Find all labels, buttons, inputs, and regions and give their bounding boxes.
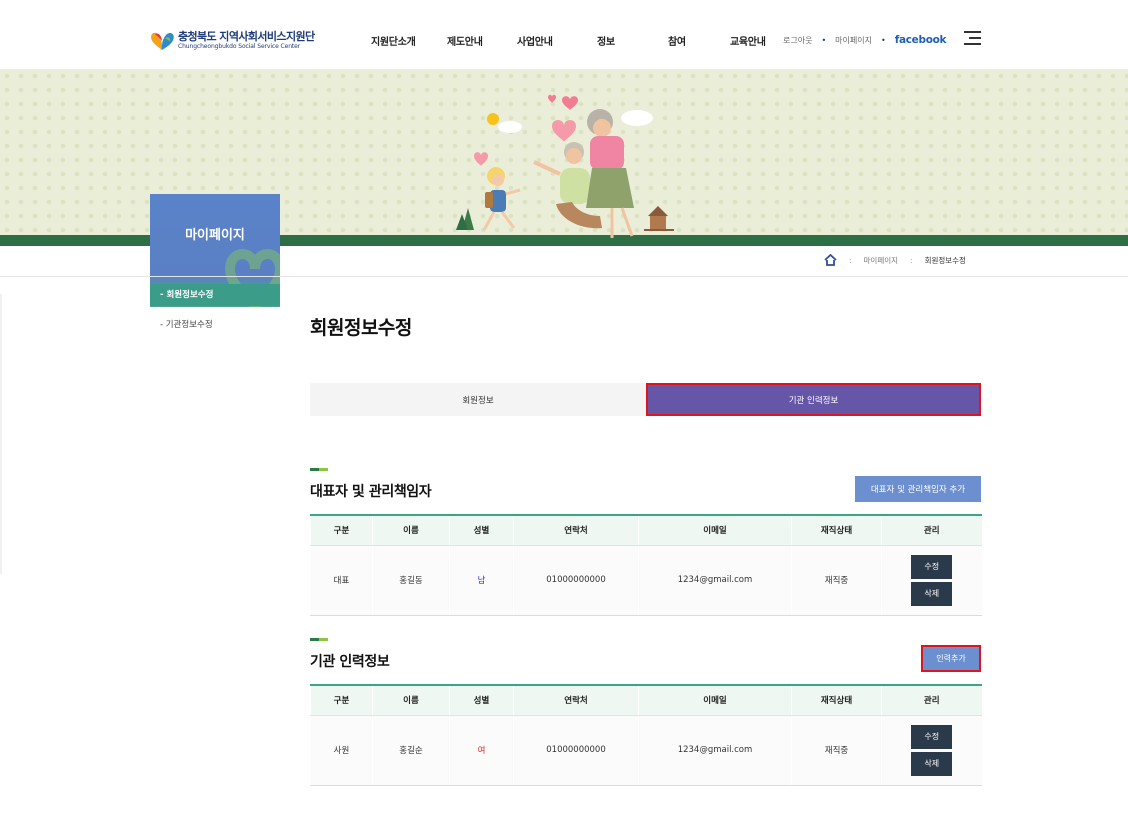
site-header: 충청북도 지역사회서비스지원단 Chungcheongbukdo Social … [0,0,1128,69]
mypage-link[interactable]: 마이페이지 [835,35,872,46]
breadcrumb-divider [0,276,1128,277]
col-email: 이메일 [638,684,792,716]
table-row: 사원 홍길순 여 01000000000 1234@gmail.com 재직중 … [310,715,982,786]
cell-phone: 01000000000 [513,715,639,786]
delete-button[interactable]: 삭제 [911,581,953,606]
breadcrumb-current: 회원정보수정 [924,255,966,265]
section-marker [310,468,328,471]
hamburger-menu-icon[interactable] [964,31,981,45]
table-header-row: 구분 이름 성별 연락처 이메일 재직상태 관리 [310,514,982,546]
util-separator: • [821,35,827,45]
col-name: 이름 [372,514,450,546]
logo-english-name: Chungcheongbukdo Social Service Center [178,43,301,50]
sidebar-item-member-edit[interactable]: - 회원정보수정 [150,284,280,306]
col-status: 재직상태 [791,514,882,546]
section-title-org-staff: 기관 인력정보 [310,654,390,670]
cell-type: 대표 [310,545,373,616]
logo-heart-icon [151,32,174,50]
facebook-link[interactable]: facebook [895,34,947,46]
section-marker [310,638,328,641]
col-manage: 관리 [881,684,982,716]
col-phone: 연락처 [513,684,639,716]
col-manage: 관리 [881,514,982,546]
nav-item-participation[interactable]: 참여 [668,33,686,48]
tab-org-staff-info[interactable]: 기관 인력정보 [646,383,981,416]
util-separator: • [880,35,886,45]
cell-name: 홍길순 [372,715,450,786]
cell-gender: 여 [449,715,514,786]
cell-status: 재직중 [791,545,882,616]
cell-manage: 수정 삭제 [881,545,982,616]
table-header-row: 구분 이름 성별 연락처 이메일 재직상태 관리 [310,684,982,716]
col-type: 구분 [310,514,373,546]
tab-bar: 회원정보 기관 인력정보 [310,383,981,416]
nav-item-education[interactable]: 교육안내 [730,33,766,48]
cell-type: 사원 [310,715,373,786]
nav-item-system[interactable]: 제도안내 [447,33,483,48]
breadcrumb-separator: : [910,255,913,265]
col-phone: 연락처 [513,514,639,546]
breadcrumb-mypage[interactable]: 마이페이지 [864,255,899,266]
col-gender: 성별 [449,514,514,546]
left-edge-divider [0,294,2,574]
site-logo[interactable]: 충청북도 지역사회서비스지원단 Chungcheongbukdo Social … [149,30,315,52]
col-type: 구분 [310,684,373,716]
cell-phone: 01000000000 [513,545,639,616]
cell-manage: 수정 삭제 [881,715,982,786]
breadcrumb-separator: : [849,255,852,265]
breadcrumb: : 마이페이지 : 회원정보수정 [824,254,966,266]
table-row: 대표 홍길동 남 01000000000 1234@gmail.com 재직중 … [310,545,982,616]
edit-button[interactable]: 수정 [911,554,953,579]
staff-table: 구분 이름 성별 연락처 이메일 재직상태 관리 사원 홍길순 여 010000… [310,684,982,786]
add-staff-button[interactable]: 인력추가 [921,645,981,672]
family-illustration [456,94,674,238]
cell-gender: 남 [449,545,514,616]
section-title-representatives: 대표자 및 관리책임자 [310,484,432,500]
nav-item-about[interactable]: 지원단소개 [371,33,416,48]
representatives-table: 구분 이름 성별 연락처 이메일 재직상태 관리 대표 홍길동 남 010000… [310,514,982,616]
cell-email: 1234@gmail.com [638,715,792,786]
nav-item-info[interactable]: 정보 [597,33,615,48]
home-icon[interactable] [824,254,837,266]
cell-status: 재직중 [791,715,882,786]
add-representative-button[interactable]: 대표자 및 관리책임자 추가 [855,476,981,502]
delete-button[interactable]: 삭제 [911,751,953,776]
cell-name: 홍길동 [372,545,450,616]
nav-item-business[interactable]: 사업안내 [517,33,553,48]
page-title: 회원정보수정 [310,317,412,339]
logo-korean-name: 충청북도 지역사회서비스지원단 [178,30,315,43]
logout-link[interactable]: 로그아웃 [783,35,812,46]
tab-member-info[interactable]: 회원정보 [310,383,646,416]
col-status: 재직상태 [791,684,882,716]
cell-email: 1234@gmail.com [638,545,792,616]
sidebar-item-org-edit[interactable]: - 기관정보수정 [160,318,213,330]
col-name: 이름 [372,684,450,716]
utility-links: 로그아웃 • 마이페이지 • facebook [783,34,947,46]
col-gender: 성별 [449,684,514,716]
edit-button[interactable]: 수정 [911,724,953,749]
col-email: 이메일 [638,514,792,546]
